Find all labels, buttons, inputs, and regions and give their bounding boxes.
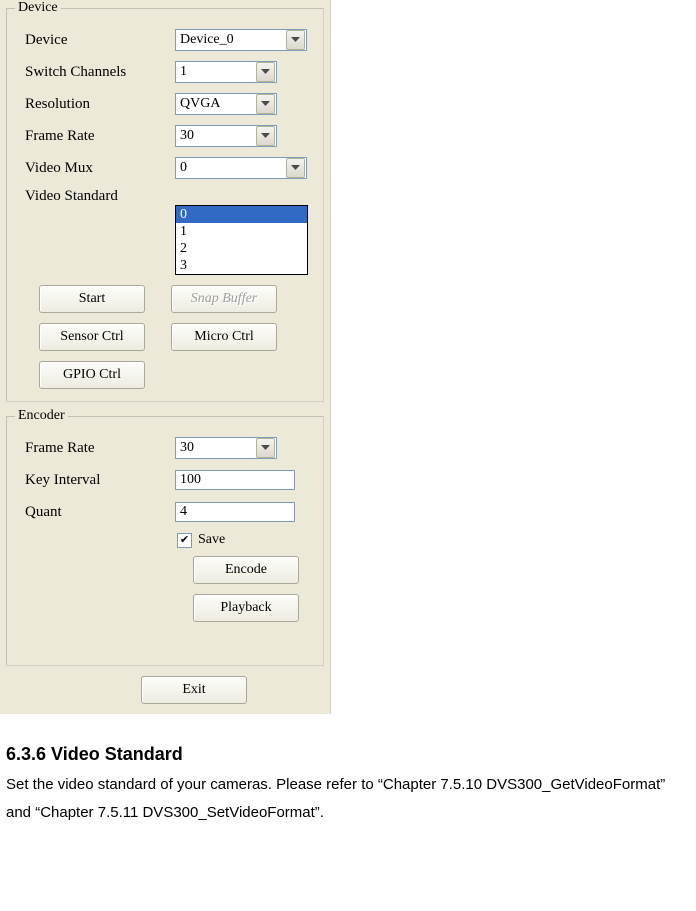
sensor-ctrl-button[interactable]: Sensor Ctrl [39,323,145,351]
button-row-3: GPIO Ctrl [39,361,315,389]
encoder-buttons: Encode Playback [193,556,315,622]
combo-video-mux[interactable]: 0 [175,157,307,179]
device-group: Device Device Device_0 Switch Channels 1… [6,0,324,402]
combo-enc-frame-rate-value: 30 [176,440,255,456]
label-switch-channels: Switch Channels [15,64,175,81]
label-enc-frame-rate: Frame Rate [15,440,175,457]
row-frame-rate: Frame Rate 30 [15,122,315,150]
label-video-standard: Video Standard [15,186,175,205]
combo-video-mux-value: 0 [176,160,285,176]
playback-button[interactable]: Playback [193,594,299,622]
save-checkbox[interactable]: ✔ [177,533,192,548]
button-row-2: Sensor Ctrl Micro Ctrl [39,323,315,351]
combo-device[interactable]: Device_0 [175,29,307,51]
encoder-legend: Encoder [15,408,68,424]
start-button[interactable]: Start [39,285,145,313]
label-quant: Quant [15,504,175,521]
button-row-1: Start Snap Buffer [39,285,315,313]
row-video-mux: Video Mux 0 [15,154,315,182]
chevron-down-icon[interactable] [256,94,275,114]
chevron-down-icon[interactable] [256,62,275,82]
dropdown-option[interactable]: 1 [176,223,307,240]
app-panel: Device Device Device_0 Switch Channels 1… [0,0,331,714]
save-checkbox-row: ✔ Save [177,532,315,548]
device-legend: Device [15,0,61,16]
dropdown-option[interactable]: 3 [176,257,307,274]
exit-row: Exit [0,672,330,706]
gpio-ctrl-button[interactable]: GPIO Ctrl [39,361,145,389]
dropdown-option[interactable]: 0 [176,206,307,223]
document-text: 6.3.6 Video Standard Set the video stand… [0,714,696,827]
combo-device-value: Device_0 [176,32,285,48]
combo-frame-rate-value: 30 [176,128,255,144]
video-mux-dropdown[interactable]: 0 1 2 3 [175,205,308,275]
row-device: Device Device_0 [15,26,315,54]
row-quant: Quant [15,498,315,526]
combo-switch-channels-value: 1 [176,64,255,80]
row-key-interval: Key Interval [15,466,315,494]
quant-input[interactable] [175,502,295,522]
row-enc-frame-rate: Frame Rate 30 [15,434,315,462]
doc-heading: 6.3.6 Video Standard [6,744,692,765]
chevron-down-icon[interactable] [256,126,275,146]
micro-ctrl-button[interactable]: Micro Ctrl [171,323,277,351]
combo-switch-channels[interactable]: 1 [175,61,277,83]
row-resolution: Resolution QVGA [15,90,315,118]
snap-buffer-button: Snap Buffer [171,285,277,313]
encoder-group: Encoder Frame Rate 30 Key Interval Quant… [6,408,324,666]
combo-enc-frame-rate[interactable]: 30 [175,437,277,459]
row-switch-channels: Switch Channels 1 [15,58,315,86]
encode-button[interactable]: Encode [193,556,299,584]
exit-button[interactable]: Exit [141,676,247,704]
dropdown-option[interactable]: 2 [176,240,307,257]
combo-frame-rate[interactable]: 30 [175,125,277,147]
label-frame-rate: Frame Rate [15,128,175,145]
label-device: Device [15,32,175,49]
key-interval-input[interactable] [175,470,295,490]
label-video-mux: Video Mux [15,160,175,177]
chevron-down-icon[interactable] [286,158,305,178]
doc-paragraph: Set the video standard of your cameras. … [6,771,692,827]
combo-resolution[interactable]: QVGA [175,93,277,115]
combo-resolution-value: QVGA [176,96,255,112]
chevron-down-icon[interactable] [286,30,305,50]
label-key-interval: Key Interval [15,472,175,489]
row-video-standard: Video Standard [15,186,315,205]
label-resolution: Resolution [15,96,175,113]
chevron-down-icon[interactable] [256,438,275,458]
save-label: Save [198,532,225,548]
